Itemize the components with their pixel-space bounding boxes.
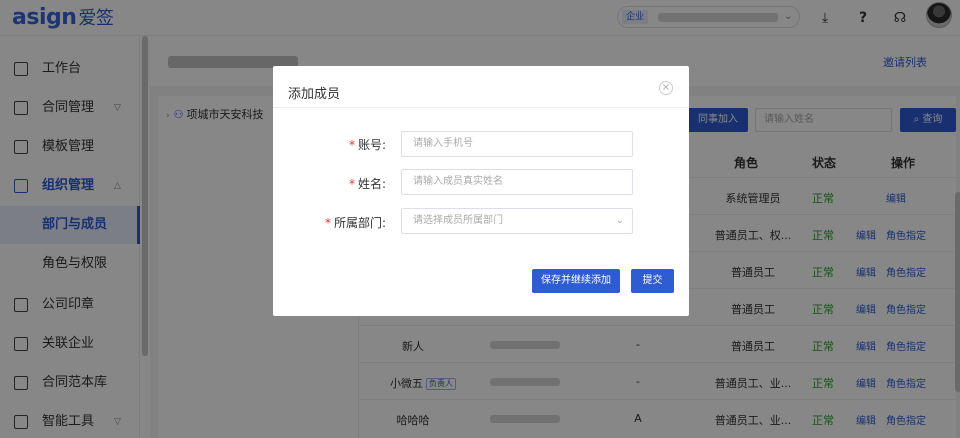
department-label: * 所属部门: xyxy=(324,216,386,230)
save-and-continue-button[interactable]: 保存并继续添加 xyxy=(532,269,620,293)
name-label: * 姓名: xyxy=(348,177,386,191)
chevron-down-icon: ⌄ xyxy=(615,215,624,226)
submit-button[interactable]: 提交 xyxy=(631,269,674,293)
add-member-dialog: 添加成员 × * 账号: 请输入手机号 * 姓名: 请输入成员真实姓名 * 所属部门:… xyxy=(273,66,689,316)
department-select[interactable]: 请选择成员所属部门 ⌄ xyxy=(401,208,633,234)
account-label: * 账号: xyxy=(348,138,386,152)
account-input[interactable]: 请输入手机号 xyxy=(401,131,633,157)
divider xyxy=(273,107,689,108)
dialog-title: 添加成员 xyxy=(288,87,341,102)
close-icon[interactable]: × xyxy=(659,81,673,95)
name-input[interactable]: 请输入成员真实姓名 xyxy=(401,169,633,195)
